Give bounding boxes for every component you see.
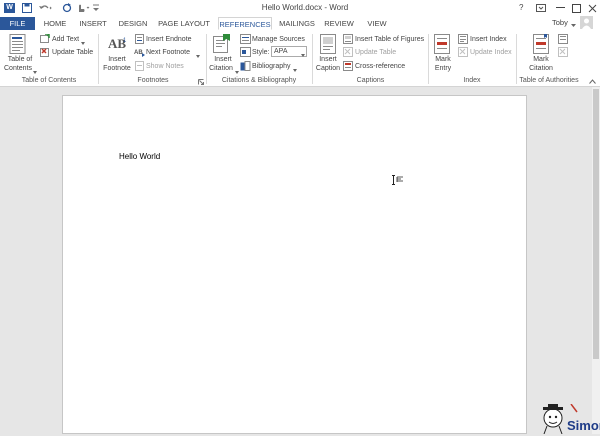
insert-caption-label-1[interactable]: Insert	[313, 55, 343, 64]
minimize-icon[interactable]	[556, 7, 565, 8]
redo-icon[interactable]	[62, 3, 72, 15]
tab-file[interactable]: FILE	[0, 17, 35, 30]
insert-table-of-figures-button[interactable]: Insert Table of Figures	[355, 35, 424, 44]
document-page[interactable]: Hello World	[62, 95, 527, 434]
mark-citation-label-2[interactable]: Citation	[526, 64, 556, 73]
group-label-citations-bibliography: Citations & Bibliography	[221, 77, 297, 84]
collapse-ribbon-icon[interactable]	[589, 77, 596, 86]
insert-citation-label-2[interactable]: Citation	[206, 64, 236, 73]
show-notes-icon	[135, 61, 145, 73]
word-app-icon[interactable]: W	[4, 3, 15, 13]
svg-text:AB: AB	[134, 50, 143, 56]
manage-sources-button[interactable]: Manage Sources	[252, 35, 305, 44]
user-dropdown-icon[interactable]	[571, 21, 576, 30]
help-button[interactable]: ?	[519, 3, 527, 12]
tab-mailings[interactable]: MAILINGS	[279, 17, 315, 30]
insert-table-of-figures-icon[interactable]	[343, 34, 353, 46]
dialog-launcher-icon[interactable]	[198, 78, 204, 87]
insert-caption-icon[interactable]	[320, 34, 336, 56]
save-icon[interactable]	[22, 3, 32, 15]
toc-dropdown-icon[interactable]	[33, 67, 37, 76]
insert-citation-icon[interactable]	[213, 34, 231, 56]
mark-entry-label-2[interactable]: Entry	[428, 64, 458, 73]
show-notes-button[interactable]: Show Notes	[146, 62, 184, 71]
mark-citation-icon[interactable]	[533, 34, 551, 56]
avatar[interactable]	[580, 16, 593, 29]
style-select[interactable]: APA	[271, 46, 307, 57]
update-table-figures-icon	[343, 47, 353, 59]
insert-endnote-icon[interactable]	[135, 34, 145, 46]
add-text-button[interactable]: Add Text	[52, 35, 79, 44]
tab-page-layout[interactable]: PAGE LAYOUT	[158, 17, 210, 30]
tab-view[interactable]: VIEW	[364, 17, 390, 30]
logo-text: Simon	[567, 418, 600, 433]
group-label-footnotes: Footnotes	[137, 77, 169, 84]
insert-footnote-icon[interactable]: AB 1	[107, 35, 129, 55]
table-of-contents-label-2[interactable]: Contents	[4, 64, 32, 73]
next-footnote-dropdown-icon[interactable]	[196, 51, 200, 60]
vertical-scrollbar[interactable]	[592, 87, 600, 434]
insert-footnote-label-2[interactable]: Footnote	[102, 64, 132, 73]
style-select-value: APA	[274, 48, 288, 55]
insert-citation-label-1[interactable]: Insert	[208, 55, 238, 64]
close-icon[interactable]	[588, 4, 597, 15]
update-index-icon	[458, 47, 468, 59]
user-name[interactable]: Toby	[552, 18, 568, 27]
next-footnote-icon[interactable]: AB	[134, 47, 146, 59]
table-of-contents-icon[interactable]	[9, 34, 27, 56]
group-label-table-of-contents: Table of Contents	[21, 77, 77, 84]
window-title: Hello World.docx - Word	[261, 3, 349, 12]
manage-sources-icon[interactable]	[240, 34, 251, 46]
group-label-captions: Captions	[356, 77, 385, 84]
ribbon-tabs: FILE HOME INSERT DESIGN PAGE LAYOUT REFE…	[0, 16, 600, 30]
table-of-contents-label-1[interactable]: Table of	[6, 55, 34, 64]
bibliography-button[interactable]: Bibliography	[252, 62, 291, 71]
logo: Simon	[535, 403, 600, 435]
insert-citation-dropdown-icon[interactable]	[235, 67, 239, 76]
insert-footnote-label-1[interactable]: Insert	[102, 55, 132, 64]
insert-endnote-button[interactable]: Insert Endnote	[146, 35, 192, 44]
separator	[98, 34, 99, 84]
update-table-figures-button[interactable]: Update Table	[355, 48, 396, 57]
tab-design[interactable]: DESIGN	[118, 17, 148, 30]
chevron-down-icon[interactable]	[301, 50, 305, 59]
touch-mode-icon[interactable]	[76, 3, 90, 15]
title-bar: W Hello World.docx - Word ?	[0, 0, 600, 16]
bibliography-dropdown-icon[interactable]	[293, 65, 297, 74]
group-label-table-of-authorities: Table of Authorities	[519, 77, 579, 84]
text-cursor-icon	[391, 175, 405, 187]
cross-reference-icon[interactable]	[343, 61, 353, 73]
mark-entry-icon[interactable]	[434, 34, 452, 56]
update-table-of-authorities-icon	[558, 47, 568, 59]
style-icon	[240, 47, 251, 59]
document-text[interactable]: Hello World	[119, 152, 160, 161]
undo-icon[interactable]	[38, 3, 52, 15]
group-label-index: Index	[463, 77, 481, 84]
insert-index-icon[interactable]	[458, 34, 468, 46]
add-text-dropdown-icon[interactable]	[81, 38, 85, 47]
insert-caption-label-2[interactable]: Caption	[313, 64, 343, 73]
mark-entry-label-1[interactable]: Mark	[428, 55, 458, 64]
update-table-button[interactable]: Update Table	[52, 48, 93, 57]
update-table-icon[interactable]	[40, 47, 50, 59]
restore-icon[interactable]	[572, 4, 581, 15]
tab-home[interactable]: HOME	[40, 17, 70, 30]
insert-index-button[interactable]: Insert Index	[470, 35, 507, 44]
ribbon-display-options-icon[interactable]	[536, 4, 546, 14]
tab-review[interactable]: REVIEW	[324, 17, 354, 30]
svg-text:1: 1	[123, 38, 127, 44]
next-footnote-button[interactable]: Next Footnote	[146, 48, 190, 57]
customize-qat-icon[interactable]	[92, 4, 100, 14]
update-index-button[interactable]: Update Index	[470, 48, 512, 57]
insert-table-of-authorities-icon[interactable]	[558, 34, 568, 46]
bibliography-icon[interactable]	[240, 61, 251, 73]
style-label: Style:	[252, 49, 270, 56]
tab-references[interactable]: REFERENCES	[218, 17, 272, 30]
mark-citation-label-1[interactable]: Mark	[526, 55, 556, 64]
cross-reference-button[interactable]: Cross-reference	[355, 62, 405, 71]
tab-insert[interactable]: INSERT	[78, 17, 108, 30]
add-text-icon[interactable]	[40, 33, 50, 46]
scrollbar-thumb[interactable]	[593, 89, 599, 359]
